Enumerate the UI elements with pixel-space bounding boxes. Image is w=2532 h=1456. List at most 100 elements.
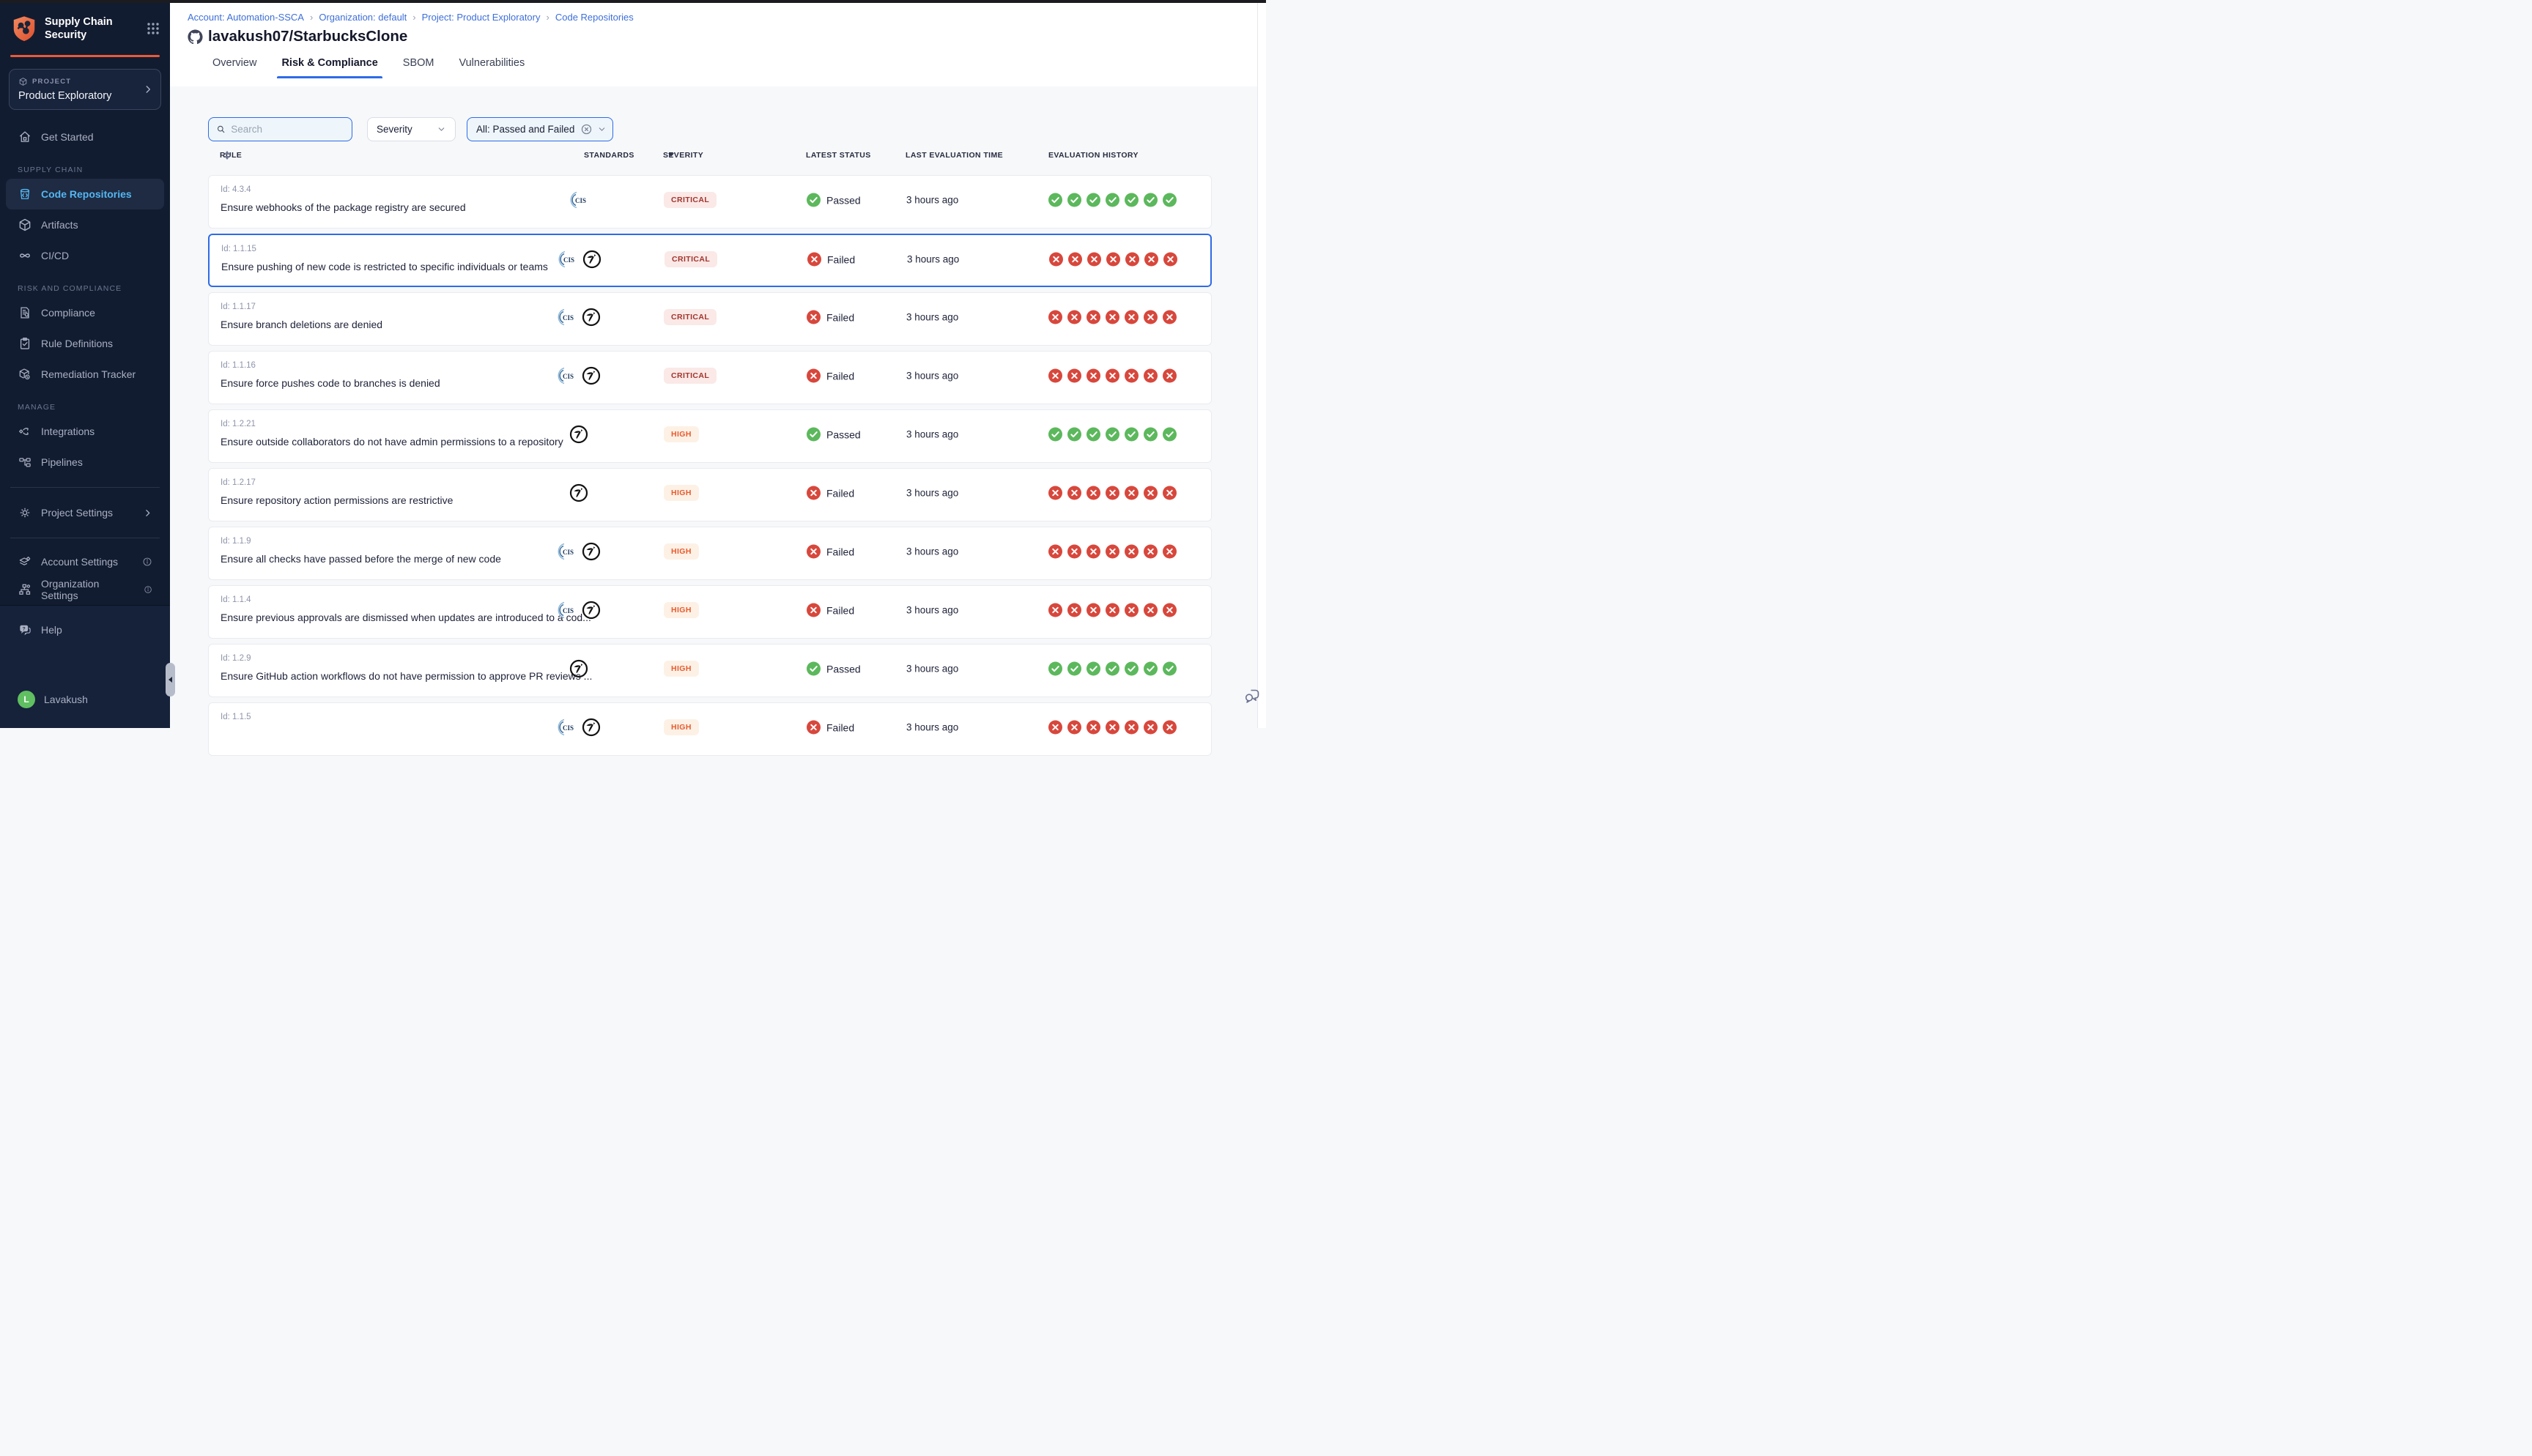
status-cell: Failed — [807, 253, 855, 267]
tab-bar: Overview Risk & Compliance SBOM Vulnerab… — [212, 57, 1266, 78]
sidebar-item-pipelines[interactable]: Pipelines — [6, 447, 164, 478]
breadcrumb-code-repositories[interactable]: Code Repositories — [555, 12, 634, 23]
sidebar-item-code-repositories[interactable]: Code Repositories — [6, 179, 164, 209]
gear-icon — [18, 505, 32, 520]
evaluation-history — [1048, 545, 1177, 559]
svg-text:CIS: CIS — [563, 549, 574, 556]
cis-standard-icon: CIS — [558, 250, 577, 269]
cis-standard-icon: CIS — [557, 366, 576, 385]
severity-filter[interactable]: Severity — [367, 117, 456, 141]
table-row[interactable]: Id: 1.1.9 Ensure all checks have passed … — [208, 527, 1212, 580]
status-icon — [807, 486, 821, 500]
user-name: Lavakush — [44, 694, 88, 705]
table-row[interactable]: Id: 1.1.15 Ensure pushing of new code is… — [208, 234, 1212, 287]
table-row[interactable]: Id: 1.2.17 Ensure repository action perm… — [208, 468, 1212, 521]
project-label: PROJECT — [32, 78, 71, 86]
table-row[interactable]: Id: 1.1.16 Ensure force pushes code to b… — [208, 351, 1212, 404]
breadcrumb-account[interactable]: Account: Automation-SSCA — [188, 12, 304, 23]
clear-filter-icon[interactable] — [580, 123, 593, 135]
standards-cell — [542, 425, 615, 444]
status-label: Failed — [826, 487, 854, 499]
chevron-down-icon — [437, 125, 446, 134]
sidebar-item-cicd[interactable]: CI/CD — [6, 240, 164, 271]
sidebar-item-rule-definitions[interactable]: Rule Definitions — [6, 328, 164, 359]
table-row[interactable]: Id: 1.2.9 Ensure GitHub action workflows… — [208, 644, 1212, 697]
cis-standard-icon: CIS — [569, 190, 588, 209]
sidebar-collapse-button[interactable] — [166, 663, 175, 697]
sidebar-item-help[interactable]: ? Help — [6, 614, 164, 645]
evaluation-time: 3 hours ago — [907, 254, 959, 265]
breadcrumb-project[interactable]: Project: Product Exploratory — [422, 12, 541, 23]
sidebar-item-artifacts[interactable]: Artifacts — [6, 209, 164, 240]
table-row[interactable]: Id: 1.1.4 Ensure previous approvals are … — [208, 585, 1212, 639]
search-box[interactable] — [208, 117, 352, 141]
evaluation-time: 3 hours ago — [906, 312, 958, 323]
owasp-standard-icon — [569, 425, 588, 444]
status-cell: Failed — [807, 545, 854, 559]
box-wrench-icon — [18, 367, 32, 382]
evaluation-history — [1048, 369, 1177, 383]
evaluation-history — [1049, 253, 1177, 267]
table-row[interactable]: Id: 1.1.17 Ensure branch deletions are d… — [208, 292, 1212, 346]
sidebar-item-project-settings[interactable]: Project Settings — [6, 497, 164, 528]
rule-text: Ensure outside collaborators do not have… — [221, 436, 563, 447]
box-icon — [18, 218, 32, 232]
sidebar-item-get-started[interactable]: Get Started — [6, 122, 164, 152]
owasp-standard-icon — [569, 483, 588, 502]
info-icon[interactable] — [142, 557, 152, 567]
chevron-down-icon — [597, 125, 607, 134]
rule-text: Ensure force pushes code to branches is … — [221, 377, 440, 389]
sidebar-item-remediation-tracker[interactable]: Remediation Tracker — [6, 359, 164, 390]
tab-risk-compliance[interactable]: Risk & Compliance — [281, 57, 377, 78]
table-row[interactable]: Id: 1.1.5 CIS HIGH Failed 3 hours ago — [208, 702, 1212, 756]
severity-badge: HIGH — [664, 543, 699, 560]
owasp-standard-icon — [582, 718, 601, 737]
breadcrumb-separator: › — [310, 12, 313, 23]
sort-icon[interactable] — [224, 151, 230, 160]
table-header: RULE STANDARDS SEVERITY LATEST STATUS LA… — [208, 151, 1266, 162]
standards-cell: CIS — [542, 366, 615, 385]
status-icon — [807, 369, 821, 383]
scrollbar[interactable] — [1257, 3, 1266, 728]
evaluation-history — [1048, 486, 1177, 500]
status-filter[interactable]: All: Passed and Failed — [467, 117, 613, 141]
divider — [10, 487, 160, 488]
tab-sbom[interactable]: SBOM — [403, 57, 434, 78]
owasp-standard-icon — [582, 542, 601, 561]
breadcrumb-organization[interactable]: Organization: default — [319, 12, 407, 23]
chevron-right-icon — [143, 84, 153, 94]
standards-cell: CIS — [542, 190, 615, 209]
rule-id: Id: 1.1.17 — [221, 302, 256, 311]
app-logo-shield-icon — [10, 14, 38, 43]
sidebar-item-organization-settings[interactable]: Organization Settings — [6, 576, 164, 603]
search-icon — [216, 124, 226, 135]
evaluation-time: 3 hours ago — [906, 664, 958, 675]
page-title: lavakush07/StarbucksClone — [208, 28, 407, 45]
user-menu[interactable]: L Lavakush — [6, 684, 164, 715]
table-row[interactable]: Id: 4.3.4 Ensure webhooks of the package… — [208, 175, 1212, 229]
info-icon[interactable] — [144, 584, 152, 595]
table-row[interactable]: Id: 1.2.21 Ensure outside collaborators … — [208, 409, 1212, 463]
project-selector[interactable]: PROJECT Product Exploratory — [9, 69, 161, 110]
owasp-standard-icon — [569, 659, 588, 678]
sidebar-item-account-settings[interactable]: Account Settings — [6, 548, 164, 576]
sidebar-item-integrations[interactable]: Integrations — [6, 416, 164, 447]
status-cell: Passed — [807, 428, 861, 442]
code-repository-icon — [18, 187, 32, 201]
search-input[interactable] — [231, 124, 344, 135]
column-header-severity[interactable]: SEVERITY — [663, 151, 674, 160]
severity-badge: HIGH — [664, 719, 699, 735]
github-icon — [188, 29, 203, 45]
sidebar-item-compliance[interactable]: Compliance — [6, 297, 164, 328]
tab-vulnerabilities[interactable]: Vulnerabilities — [459, 57, 525, 78]
avatar: L — [18, 691, 35, 708]
evaluation-time: 3 hours ago — [906, 371, 958, 382]
support-chat-icon[interactable] — [1243, 687, 1261, 705]
evaluation-time: 3 hours ago — [906, 429, 958, 440]
help-chat-icon: ? — [18, 623, 32, 637]
app-grid-menu-icon[interactable] — [147, 22, 160, 35]
tab-overview[interactable]: Overview — [212, 57, 256, 78]
layers-gear-icon — [18, 554, 32, 569]
severity-badge: CRITICAL — [664, 309, 717, 325]
evaluation-history — [1048, 603, 1177, 617]
